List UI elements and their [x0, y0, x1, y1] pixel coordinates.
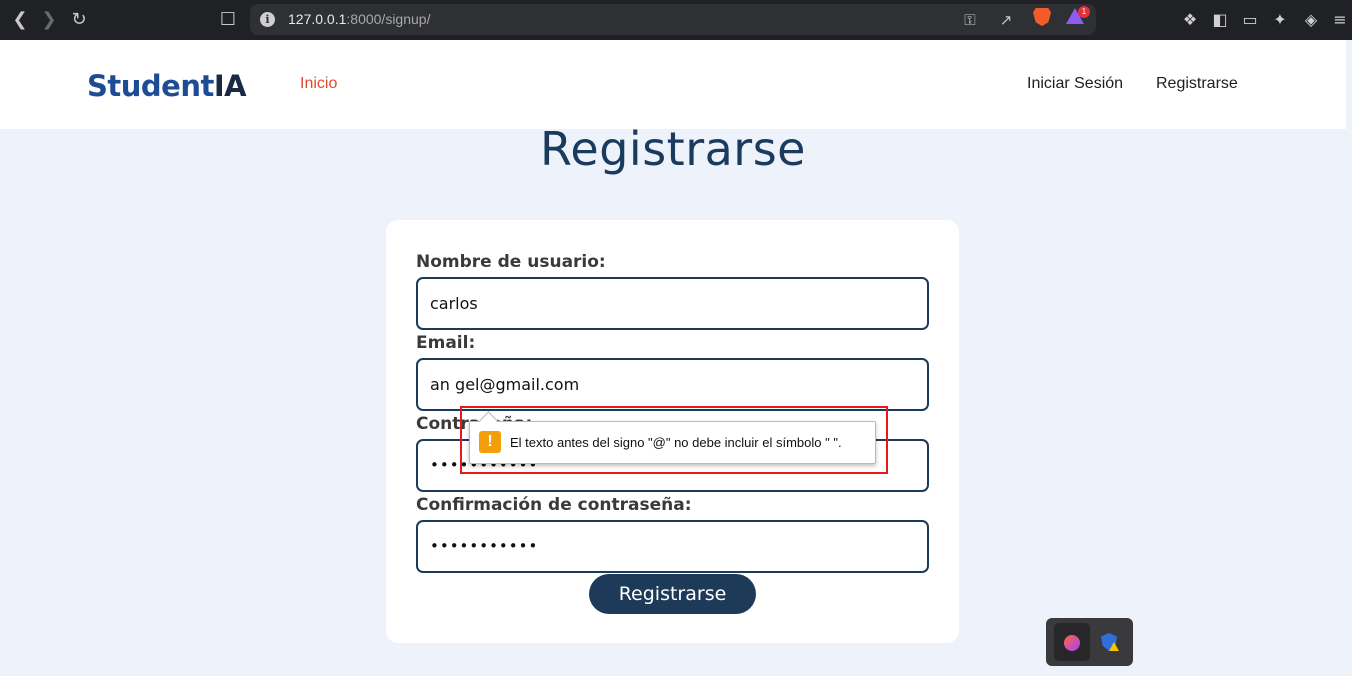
- reload-icon[interactable]: ↻: [67, 8, 91, 32]
- register-button[interactable]: Registrarse: [589, 574, 756, 614]
- extension-app-icon[interactable]: [1054, 623, 1090, 661]
- forward-icon[interactable]: ❯: [37, 8, 61, 32]
- extensions-icon[interactable]: ❖: [1179, 9, 1201, 31]
- confirm-password-label: Confirmación de contraseña:: [416, 495, 692, 515]
- logo[interactable]: StudentIA: [87, 69, 247, 103]
- browser-toolbar: ❮ ❯ ↻ ☐ i 127.0.0.1:8000/signup/ ⚿ ↗ 1 ❖…: [0, 0, 1352, 40]
- share-icon[interactable]: ↗: [996, 10, 1016, 30]
- email-input[interactable]: an gel@gmail.com: [416, 358, 929, 411]
- back-icon[interactable]: ❮: [8, 8, 32, 32]
- scrollbar[interactable]: [1346, 40, 1352, 676]
- url-text[interactable]: 127.0.0.1:8000/signup/: [288, 11, 430, 27]
- warning-icon: !: [479, 431, 501, 453]
- site-info-icon[interactable]: i: [260, 12, 275, 27]
- rewards-badge: 1: [1078, 6, 1090, 18]
- username-label: Nombre de usuario:: [416, 252, 606, 272]
- key-icon[interactable]: ⚿: [960, 10, 980, 30]
- nav-link-home[interactable]: Inicio: [300, 75, 337, 93]
- warning-triangle-icon: [1109, 642, 1119, 651]
- address-bar[interactable]: i 127.0.0.1:8000/signup/ ⚿ ↗: [250, 4, 1096, 35]
- validation-tooltip: ! El texto antes del signo "@" no debe i…: [469, 421, 876, 464]
- sidebar-icon[interactable]: ◧: [1209, 9, 1231, 31]
- nav-link-register[interactable]: Registrarse: [1156, 75, 1238, 93]
- menu-icon[interactable]: ≡: [1329, 9, 1351, 31]
- bookmark-icon[interactable]: ☐: [216, 8, 240, 32]
- nav-link-login[interactable]: Iniciar Sesión: [1027, 75, 1123, 93]
- vpn-icon[interactable]: ◈: [1300, 9, 1322, 31]
- page-title: Registrarse: [540, 122, 806, 176]
- confirm-password-input[interactable]: •••••••••••: [416, 520, 929, 573]
- extension-tray: [1046, 618, 1133, 666]
- leo-ai-icon[interactable]: ✦: [1269, 9, 1291, 31]
- email-label: Email:: [416, 333, 476, 353]
- validation-message: El texto antes del signo "@" no debe inc…: [510, 435, 842, 450]
- username-input[interactable]: carlos: [416, 277, 929, 330]
- site-navbar: StudentIA Inicio Iniciar Sesión Registra…: [0, 40, 1346, 129]
- wallet-icon[interactable]: ▭: [1239, 9, 1261, 31]
